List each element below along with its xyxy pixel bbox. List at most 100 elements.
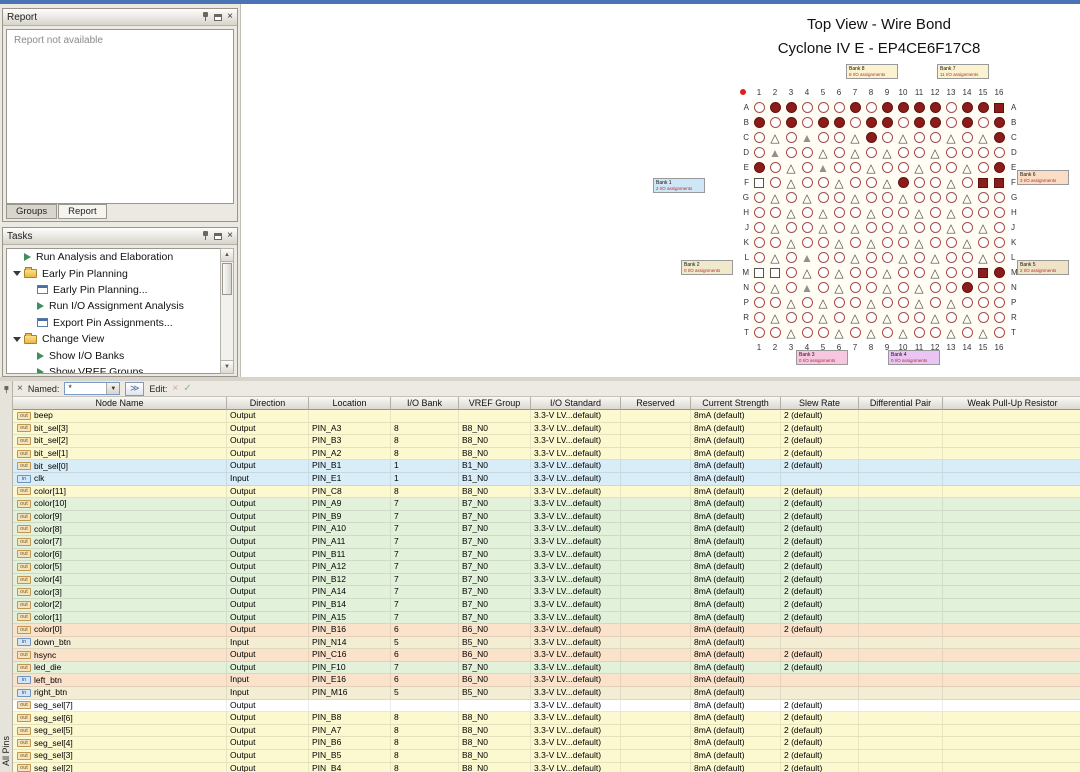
pin-N15[interactable] — [975, 280, 991, 295]
cell-slew-rate[interactable]: 2 (default) — [781, 448, 859, 460]
cell-weak-pull-up-resistor[interactable] — [943, 574, 1080, 586]
cell-reserved[interactable] — [621, 460, 691, 472]
cell-vref-group[interactable]: B7_N0 — [459, 561, 531, 573]
cell-reserved[interactable] — [621, 410, 691, 422]
task-item-early-pin-planning[interactable]: Early Pin Planning... — [7, 282, 222, 298]
cell-node-name[interactable]: outcolor[5] — [13, 561, 227, 573]
task-item-show-vref-groups[interactable]: Show VREF Groups — [7, 364, 222, 374]
cell-i-o-bank[interactable]: 7 — [391, 523, 459, 535]
pin-F7[interactable] — [847, 175, 863, 190]
cell-weak-pull-up-resistor[interactable] — [943, 712, 1080, 724]
pin-R4[interactable] — [799, 310, 815, 325]
pin-H1[interactable] — [751, 205, 767, 220]
cell-vref-group[interactable]: B7_N0 — [459, 612, 531, 624]
pin-T16[interactable] — [991, 325, 1007, 340]
cell-node-name[interactable]: outbit_sel[0] — [13, 460, 227, 472]
cell-i-o-standard[interactable]: 3.3-V LV...default) — [531, 511, 621, 523]
cell-slew-rate[interactable]: 2 (default) — [781, 423, 859, 435]
pin-P8[interactable]: △ — [863, 295, 879, 310]
pin-B10[interactable] — [895, 115, 911, 130]
cell-differential-pair[interactable] — [859, 637, 943, 649]
cell-direction[interactable]: Output — [227, 750, 309, 762]
table-row-color-5[interactable]: outcolor[5]OutputPIN_A127B7_N03.3-V LV..… — [13, 561, 1080, 574]
cell-differential-pair[interactable] — [859, 423, 943, 435]
table-row-seg-sel-6[interactable]: outseg_sel[6]OutputPIN_B88B8_N03.3-V LV.… — [13, 712, 1080, 725]
cell-differential-pair[interactable] — [859, 473, 943, 485]
pin-P3[interactable]: △ — [783, 295, 799, 310]
cell-current-strength[interactable]: 8mA (default) — [691, 649, 781, 661]
pin-G5[interactable] — [815, 190, 831, 205]
pin-P13[interactable]: △ — [943, 295, 959, 310]
cell-differential-pair[interactable] — [859, 448, 943, 460]
cell-i-o-bank[interactable]: 5 — [391, 687, 459, 699]
table-row-seg-sel-4[interactable]: outseg_sel[4]OutputPIN_B68B8_N03.3-V LV.… — [13, 737, 1080, 750]
pin-C7[interactable]: △ — [847, 130, 863, 145]
edit-accept-icon[interactable]: ✓ — [183, 383, 191, 394]
cell-i-o-standard[interactable]: 3.3-V LV...default) — [531, 637, 621, 649]
pin-E4[interactable] — [799, 160, 815, 175]
pin-L15[interactable]: △ — [975, 250, 991, 265]
pin-T1[interactable] — [751, 325, 767, 340]
pin-H9[interactable] — [879, 205, 895, 220]
cell-i-o-bank[interactable]: 7 — [391, 612, 459, 624]
cell-differential-pair[interactable] — [859, 737, 943, 749]
pin-B9[interactable] — [879, 115, 895, 130]
pin-R12[interactable]: △ — [927, 310, 943, 325]
pin-M16[interactable] — [991, 265, 1007, 280]
cell-slew-rate[interactable]: 2 (default) — [781, 536, 859, 548]
pin-icon[interactable] — [201, 12, 209, 22]
cell-location[interactable]: PIN_B3 — [309, 435, 391, 447]
pin-F16[interactable] — [991, 175, 1007, 190]
cell-i-o-standard[interactable]: 3.3-V LV...default) — [531, 763, 621, 772]
task-item-show-i-o-banks[interactable]: Show I/O Banks — [7, 347, 222, 363]
float-window-icon[interactable] — [214, 14, 222, 21]
cell-current-strength[interactable]: 8mA (default) — [691, 737, 781, 749]
cell-differential-pair[interactable] — [859, 750, 943, 762]
pin-D10[interactable] — [895, 145, 911, 160]
pin-N8[interactable] — [863, 280, 879, 295]
pin-C14[interactable] — [959, 130, 975, 145]
table-row-bit-sel-2[interactable]: outbit_sel[2]OutputPIN_B38B8_N03.3-V LV.… — [13, 435, 1080, 448]
pin-F5[interactable] — [815, 175, 831, 190]
cell-node-name[interactable]: outbit_sel[3] — [13, 423, 227, 435]
pin-J11[interactable] — [911, 220, 927, 235]
task-item-export-pin-assignments[interactable]: Export Pin Assignments... — [7, 315, 222, 331]
cell-i-o-bank[interactable]: 6 — [391, 674, 459, 686]
pin-E5[interactable]: ▲ — [815, 160, 831, 175]
cell-direction[interactable]: Output — [227, 486, 309, 498]
pin-M14[interactable] — [959, 265, 975, 280]
cell-i-o-bank[interactable]: 8 — [391, 763, 459, 772]
cell-direction[interactable]: Output — [227, 498, 309, 510]
cell-vref-group[interactable]: B8_N0 — [459, 725, 531, 737]
pin-A5[interactable] — [815, 100, 831, 115]
pin-N3[interactable] — [783, 280, 799, 295]
pin-B14[interactable] — [959, 115, 975, 130]
cell-direction[interactable]: Output — [227, 574, 309, 586]
col-header-i-o-standard[interactable]: I/O Standard — [531, 397, 621, 410]
cell-direction[interactable]: Output — [227, 511, 309, 523]
cell-reserved[interactable] — [621, 549, 691, 561]
cell-direction[interactable]: Output — [227, 700, 309, 712]
pin-M4[interactable]: △ — [799, 265, 815, 280]
cell-vref-group[interactable]: B7_N0 — [459, 574, 531, 586]
cell-reserved[interactable] — [621, 624, 691, 636]
cell-i-o-bank[interactable]: 8 — [391, 737, 459, 749]
table-row-beep[interactable]: outbeepOutput3.3-V LV...default)8mA (def… — [13, 410, 1080, 423]
pin-L16[interactable] — [991, 250, 1007, 265]
pin-C11[interactable] — [911, 130, 927, 145]
cell-weak-pull-up-resistor[interactable] — [943, 435, 1080, 447]
pin-F10[interactable] — [895, 175, 911, 190]
pin-B15[interactable] — [975, 115, 991, 130]
cell-slew-rate[interactable]: 2 (default) — [781, 586, 859, 598]
pin-N1[interactable] — [751, 280, 767, 295]
pin-P16[interactable] — [991, 295, 1007, 310]
cell-slew-rate[interactable]: 2 (default) — [781, 750, 859, 762]
pin-R14[interactable]: △ — [959, 310, 975, 325]
cell-slew-rate[interactable]: 2 (default) — [781, 511, 859, 523]
pin-H5[interactable]: △ — [815, 205, 831, 220]
pin-L5[interactable] — [815, 250, 831, 265]
table-row-color-4[interactable]: outcolor[4]OutputPIN_B127B7_N03.3-V LV..… — [13, 574, 1080, 587]
pin-H13[interactable]: △ — [943, 205, 959, 220]
cell-slew-rate[interactable]: 2 (default) — [781, 460, 859, 472]
task-item-early-pin-planning[interactable]: Early Pin Planning — [7, 265, 222, 281]
